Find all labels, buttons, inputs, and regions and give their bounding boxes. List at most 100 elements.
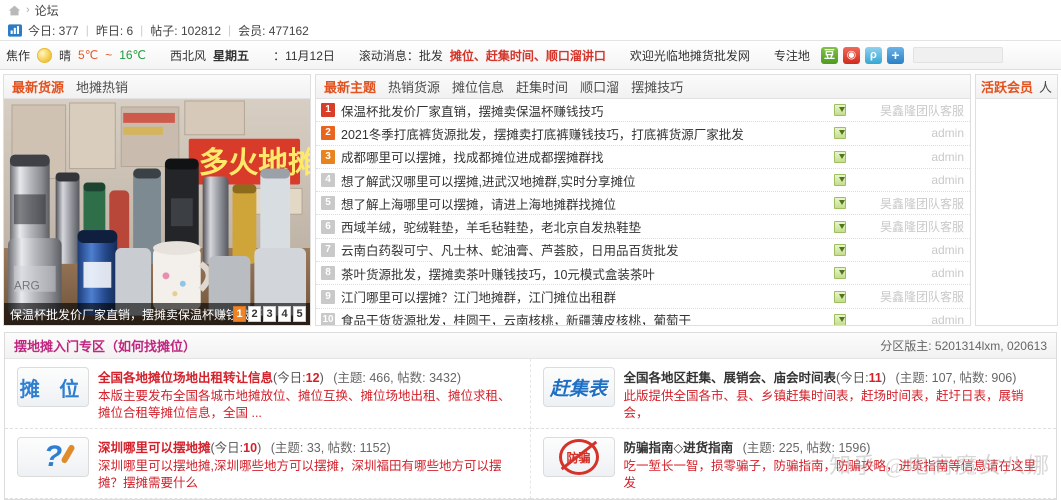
slideshow[interactable]: 多火地摊 ARG 保温杯批发价厂家直销，摆摊卖保温杯赚钱技巧 1 2 3 4 5 [4, 99, 310, 325]
list-item[interactable]: 摊 位 全国各地摊位场地出租转让信息(今日:12) (主题: 466, 帖数: … [5, 359, 531, 429]
list-item[interactable]: 赶集表 全国各地区赶集、展销会、庙会时间表(今日:11) (主题: 107, 帖… [530, 359, 1056, 429]
image-attachment-icon [834, 267, 846, 280]
tab-stall-info[interactable]: 摊位信息 [452, 77, 504, 96]
topic-title[interactable]: 江门哪里可以摆摊？江门地摊群，江门摊位出租群 [341, 287, 828, 306]
slide-dot-2[interactable]: 2 [248, 306, 261, 322]
image-attachment-icon [834, 243, 846, 256]
qzone-share-icon[interactable]: ρ [864, 46, 882, 64]
slide-dot-4[interactable]: 4 [278, 306, 291, 322]
table-row[interactable]: 6 西域羊绒，驼绒鞋垫，羊毛毡鞋垫，老北京自发热鞋垫 昊鑫隆团队客服 [316, 215, 970, 239]
table-row[interactable]: 8 茶叶货源批发，摆摊卖茶叶赚钱技巧，10元模式盒装茶叶 admin [316, 262, 970, 286]
tab-stall-skills[interactable]: 摆摊技巧 [631, 77, 683, 96]
board-icon-text: ? [44, 440, 76, 474]
douban-share-icon[interactable]: 豆 [820, 46, 838, 64]
topic-author[interactable]: 昊鑫隆团队客服 [852, 102, 964, 119]
tab-jingle[interactable]: 顺口溜 [580, 77, 619, 96]
topic-title[interactable]: 保温杯批发价厂家直销，摆摊卖保温杯赚钱技巧 [341, 101, 828, 120]
topic-title[interactable]: 想了解上海哪里可以摆摊，请进上海地摊群找摊位 [341, 194, 828, 213]
table-row[interactable]: 2 2021冬季打底裤货源批发，摆摊卖打底裤赚钱技巧，打底裤货源厂家批发 adm… [316, 122, 970, 146]
table-row[interactable]: 10 食品干货货源批发，桂圆干，云南核桃，新疆薄皮核桃，葡萄干 admin [316, 309, 970, 325]
table-row[interactable]: 5 想了解上海哪里可以摆摊，请进上海地摊群找摊位 昊鑫隆团队客服 [316, 192, 970, 216]
board-icon-stall[interactable]: 摊 位 [17, 367, 89, 407]
latest-goods-panel: 最新货源 地摊热销 多火地摊 ARG 保温杯批发价厂家直销，摆摊卖保温杯赚钱技巧… [3, 74, 311, 326]
stat-members: 会员: 477162 [238, 23, 309, 38]
breadcrumb: › 论坛 [0, 0, 1061, 20]
stat-divider-1: | [85, 23, 89, 37]
image-attachment-icon [834, 127, 846, 140]
topics-tabs: 最新主题 热销货源 摊位信息 赶集时间 顺口溜 摆摊技巧 [316, 75, 970, 99]
table-row[interactable]: 1 保温杯批发价厂家直销，摆摊卖保温杯赚钱技巧 昊鑫隆团队客服 [316, 99, 970, 123]
tab-stall-hot-sale[interactable]: 地摊热销 [76, 77, 128, 96]
table-row[interactable]: 9 江门哪里可以摆摊？江门地摊群，江门摊位出租群 昊鑫隆团队客服 [316, 285, 970, 309]
topic-author[interactable]: 昊鑫隆团队客服 [852, 288, 964, 305]
board-icon-market-schedule[interactable]: 赶集表 [542, 367, 615, 407]
topic-author[interactable]: admin [852, 243, 964, 257]
board-body: 深圳哪里可以摆地摊(今日:10) (主题: 33, 帖数: 1152) 深圳哪里… [98, 437, 522, 492]
tab-hot-goods[interactable]: 热销货源 [388, 77, 440, 96]
more-share-icon[interactable]: + [886, 46, 904, 64]
topic-title[interactable]: 食品干货货源批发，桂圆干，云南核桃，新疆薄皮核桃，葡萄干 [341, 310, 828, 325]
marquee-highlight[interactable]: 摊位、赶集时间、顺口溜讲口 [450, 47, 606, 64]
topic-author[interactable]: admin [852, 173, 964, 187]
beginner-section: 摆地摊入门专区（如何找摊位） 分区版主: 5201314lxm, 020613 … [4, 332, 1057, 500]
breadcrumb-current[interactable]: 论坛 [35, 2, 59, 19]
topic-title[interactable]: 茶叶货源批发，摆摊卖茶叶赚钱技巧，10元模式盒装茶叶 [341, 264, 828, 283]
image-attachment-icon [834, 174, 846, 187]
board-icon-question[interactable]: ? [17, 437, 89, 477]
svg-text:多火地摊: 多火地摊 [199, 147, 310, 180]
tab-latest-topics[interactable]: 最新主题 [324, 77, 376, 96]
share-count-box [912, 47, 1003, 63]
table-row[interactable]: 7 云南白药裂可宁、凡士林、蛇油膏、芦荟胶，日用品百货批发 admin [316, 239, 970, 263]
board-line-1: 防骗指南◇进货指南 (主题: 225, 帖数: 1596) [624, 437, 1049, 456]
chart-bar-icon [8, 23, 22, 37]
main-content: 最新货源 地摊热销 多火地摊 ARG 保温杯批发价厂家直销，摆摊卖保温杯赚钱技巧… [0, 70, 1061, 326]
topic-title[interactable]: 成都哪里可以摆摊，找成都摊位进成都摆摊群找 [341, 147, 828, 166]
table-row[interactable]: 4 想了解武汉哪里可以摆摊,进武汉地摊群,实时分享摊位 admin [316, 169, 970, 193]
topic-title[interactable]: 云南白药裂可宁、凡士林、蛇油膏、芦荟胶，日用品百货批发 [341, 240, 828, 259]
board-name[interactable]: 深圳哪里可以摆地摊 [98, 441, 211, 455]
tab-people[interactable]: 人 [1039, 77, 1052, 96]
tab-latest-goods[interactable]: 最新货源 [12, 77, 64, 96]
board-description: 此版提供全国各市、县、乡镇赶集时间表，赶场时间表，赶圩日表，展销会， [623, 389, 1024, 420]
topic-author[interactable]: admin [852, 126, 964, 140]
weather-temp-low: 5℃ [78, 48, 99, 62]
topic-rank: 4 [321, 173, 335, 188]
topic-title[interactable]: 2021冬季打底裤货源批发，摆摊卖打底裤赚钱技巧，打底裤货源厂家批发 [341, 124, 828, 143]
board-line-1: 全国各地区赶集、展销会、庙会时间表(今日:11) (主题: 107, 帖数: 9… [624, 367, 1049, 386]
topic-title[interactable]: 想了解武汉哪里可以摆摊,进武汉地摊群,实时分享摊位 [341, 171, 828, 190]
board-body: 全国各地区赶集、展销会、庙会时间表(今日:11) (主题: 107, 帖数: 9… [624, 367, 1049, 422]
section-header: 摆地摊入门专区（如何找摊位） 分区版主: 5201314lxm, 020613 [5, 333, 1056, 359]
topic-author[interactable]: admin [852, 313, 964, 325]
board-counts: (主题: 225, 帖数: 1596) [742, 441, 871, 455]
topic-author[interactable]: 昊鑫隆团队客服 [852, 218, 964, 235]
breadcrumb-separator: › [26, 4, 30, 16]
topic-author[interactable]: admin [852, 150, 964, 164]
tab-market-time[interactable]: 赶集时间 [516, 77, 568, 96]
weather-temp-sep: ~ [105, 48, 113, 62]
topic-author[interactable]: admin [852, 266, 964, 280]
board-icon-anti-fraud[interactable]: 防骗 [542, 437, 615, 477]
board-name[interactable]: 全国各地摊位场地出租转让信息 [98, 371, 273, 385]
slide-dot-3[interactable]: 3 [263, 306, 276, 322]
tab-active-members[interactable]: 活跃会员 [981, 77, 1033, 96]
topic-author[interactable]: 昊鑫隆团队客服 [852, 195, 964, 212]
list-item[interactable]: 防骗 防骗指南◇进货指南 (主题: 225, 帖数: 1596) 吃一堑长一智，… [530, 429, 1056, 499]
focus-text: 专注地 [773, 48, 810, 63]
board-name[interactable]: 全国各地区赶集、展销会、庙会时间表 [624, 371, 837, 385]
table-row[interactable]: 3 成都哪里可以摆摊，找成都摊位进成都摆摊群找 admin [316, 146, 970, 169]
no-entry-icon: 防骗 [558, 439, 599, 475]
weibo-share-icon[interactable]: ◉ [842, 46, 860, 64]
home-icon[interactable] [8, 4, 21, 17]
stat-divider-3: | [228, 23, 232, 37]
topic-rank: 1 [321, 103, 335, 118]
topic-rank: 9 [321, 289, 335, 304]
image-attachment-icon [834, 197, 846, 210]
topic-title[interactable]: 西域羊绒，驼绒鞋垫，羊毛毡鞋垫，老北京自发热鞋垫 [341, 217, 828, 236]
slide-dot-1[interactable]: 1 [233, 306, 246, 322]
board-name[interactable]: 防骗指南◇进货指南 [624, 441, 734, 455]
slide-dot-5[interactable]: 5 [293, 306, 306, 322]
board-counts: (主题: 107, 帖数: 906) [895, 371, 1017, 385]
stat-divider-2: | [140, 23, 144, 37]
list-item[interactable]: ? 深圳哪里可以摆地摊(今日:10) (主题: 33, 帖数: 1152) 深圳… [5, 429, 531, 499]
slideshow-pagination[interactable]: 1 2 3 4 5 [233, 306, 306, 322]
